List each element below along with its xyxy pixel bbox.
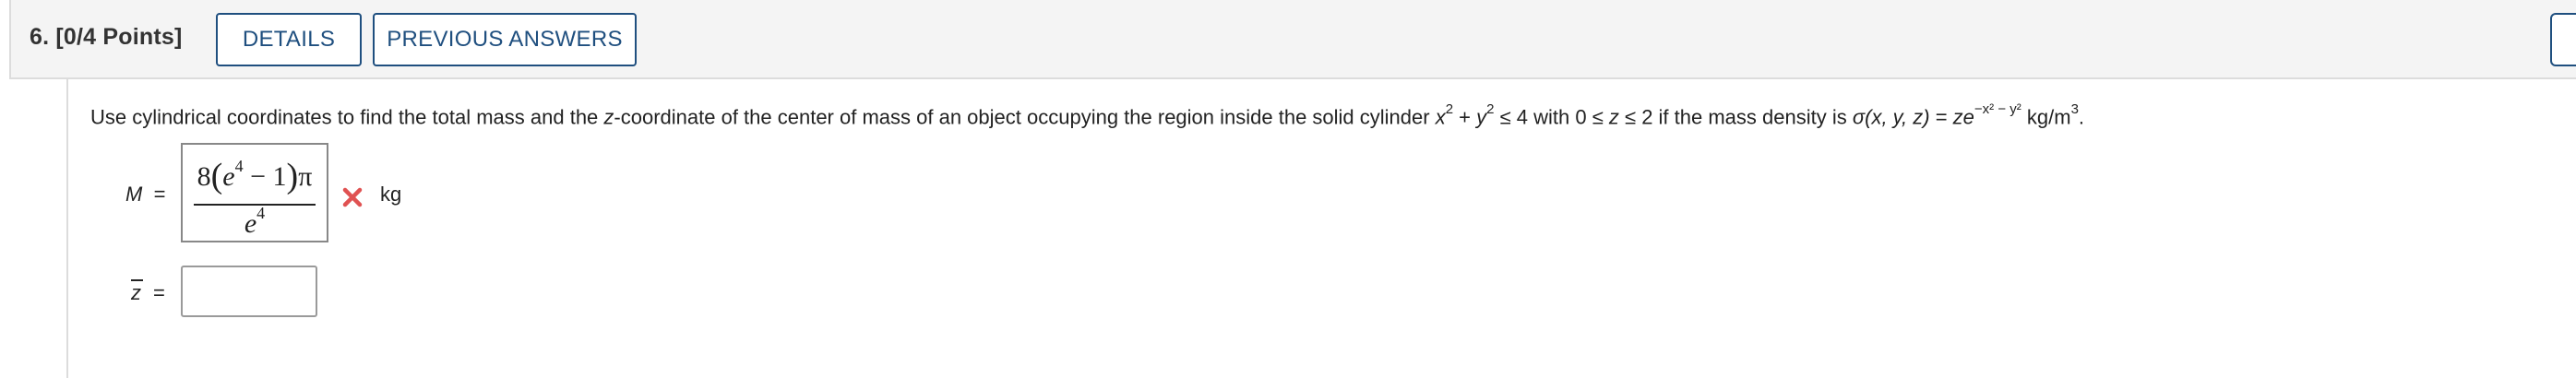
numer-e: e	[222, 161, 235, 192]
details-button[interactable]: DETAILS	[216, 13, 362, 66]
question-prompt: Use cylindrical coordinates to find the …	[90, 92, 2084, 137]
prompt-text-1: Use cylindrical coordinates to find the …	[90, 105, 604, 129]
prompt-args: (x, y, z)	[1865, 105, 1930, 129]
x-icon	[342, 187, 363, 207]
mass-label-var: M	[125, 183, 143, 206]
denom-exp: 4	[256, 204, 266, 222]
prompt-equals: =	[1929, 105, 1953, 129]
numer-coef: 8	[197, 161, 211, 192]
numer-pi: π	[298, 161, 313, 192]
prompt-text-3: ≤ 4 with 0 ≤	[1494, 105, 1609, 129]
prompt-unit: kg/m	[2021, 105, 2071, 129]
prompt-plus: +	[1453, 105, 1477, 129]
fraction-bar	[194, 204, 316, 206]
question-header: 6. [0/4 Points] DETAILS PREVIOUS ANSWERS	[9, 0, 2576, 79]
corner-button[interactable]	[2550, 13, 2576, 66]
zbar-equals: =	[153, 281, 165, 304]
points-label: [0/4 Points]	[55, 24, 183, 50]
prompt-density-exponent: −x² − y²	[1974, 101, 2021, 117]
prompt-text-4: ≤ 2 if the mass density is	[1618, 105, 1853, 129]
zbar-answer-input[interactable]	[181, 266, 317, 317]
zbar-overline	[131, 279, 143, 281]
prompt-exp-y: 2	[1486, 101, 1495, 117]
prompt-y-var: y	[1476, 105, 1487, 129]
question-number: 6. [0/4 Points]	[30, 24, 183, 51]
prompt-z-var-2: z	[1608, 105, 1619, 129]
prompt-end: .	[2078, 105, 2085, 129]
prompt-z-var: z	[603, 105, 614, 129]
mass-answer-denominator: e4	[183, 204, 327, 240]
prompt-ze: ze	[1952, 105, 1974, 129]
body-left-rule	[66, 79, 68, 378]
prompt-text-2: -coordinate of the center of mass of an …	[614, 105, 1436, 129]
zbar-label: z	[131, 279, 143, 305]
numer-exp: 4	[234, 157, 244, 175]
mass-unit: kg	[380, 183, 402, 206]
mass-equals: =	[153, 183, 166, 206]
question-number-label: 6.	[30, 24, 50, 50]
prompt-sigma: σ	[1852, 105, 1866, 129]
numer-rest: − 1	[243, 161, 287, 192]
mass-answer-box[interactable]: 8(e4 − 1)π e4	[181, 143, 328, 242]
previous-answers-button[interactable]: PREVIOUS ANSWERS	[373, 13, 637, 66]
zbar-var: z	[131, 281, 141, 304]
mass-label: M =	[125, 183, 165, 207]
denom-e: e	[244, 208, 257, 239]
prompt-unit-exp: 3	[2070, 101, 2079, 117]
question-page: 6. [0/4 Points] DETAILS PREVIOUS ANSWERS…	[0, 0, 2576, 378]
mass-answer-numerator: 8(e4 − 1)π	[197, 157, 313, 195]
prompt-x-var: x	[1435, 105, 1446, 129]
prompt-exp-x: 2	[1445, 101, 1454, 117]
